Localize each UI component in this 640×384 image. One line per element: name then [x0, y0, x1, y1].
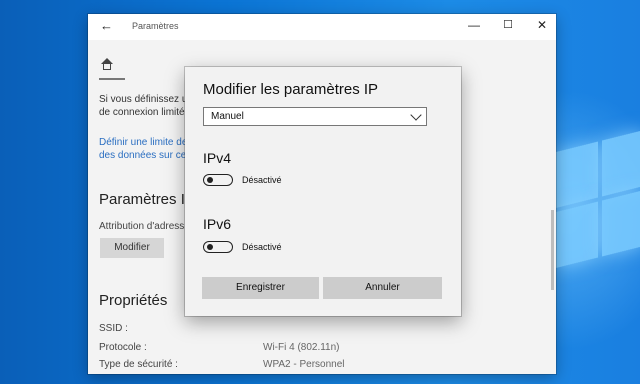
dialog-title: Modifier les paramètres IP — [203, 81, 379, 98]
ip-assignment-label: Attribution d'adress — [99, 221, 185, 232]
data-limit-link-line1[interactable]: Définir une limite de — [99, 137, 187, 148]
ipv6-toggle-label: Désactivé — [242, 242, 282, 252]
home-icon[interactable] — [101, 58, 113, 70]
window-title: Paramètres — [132, 21, 179, 31]
title-bar: ← Paramètres — ☐ ✕ — [88, 14, 556, 40]
properties-heading: Propriétés — [99, 292, 168, 309]
protocol-label: Protocole : — [99, 342, 147, 353]
ipv4-toggle-label: Désactivé — [242, 175, 282, 185]
ipv6-toggle[interactable] — [203, 241, 233, 253]
modify-button[interactable]: Modifier — [100, 238, 164, 258]
ipv6-heading: IPv6 — [203, 216, 232, 232]
ip-settings-heading: Paramètres IP — [99, 191, 195, 208]
home-underline — [99, 78, 125, 80]
maximize-icon[interactable]: ☐ — [498, 18, 518, 31]
ipv4-heading: IPv4 — [203, 150, 232, 166]
chevron-down-icon — [410, 109, 422, 121]
cancel-button[interactable]: Annuler — [323, 277, 442, 299]
toggle-knob — [207, 244, 213, 250]
windows-logo — [556, 128, 640, 302]
ipv4-toggle[interactable] — [203, 174, 233, 186]
save-button[interactable]: Enregistrer — [202, 277, 319, 299]
dropdown-value: Manuel — [211, 111, 244, 122]
close-icon[interactable]: ✕ — [532, 18, 552, 32]
protocol-value: Wi-Fi 4 (802.11n) — [263, 342, 340, 353]
back-arrow-icon[interactable]: ← — [100, 18, 113, 33]
data-limit-link-line2[interactable]: des données sur ce — [99, 150, 186, 161]
security-type-value: WPA2 - Personnel — [263, 359, 345, 370]
edit-ip-dialog: Modifier les paramètres IP Manuel IPv4 D… — [185, 67, 461, 316]
scrollbar[interactable] — [551, 210, 554, 290]
ip-mode-dropdown[interactable]: Manuel — [203, 107, 427, 126]
metered-text-line1: Si vous définissez u — [99, 94, 188, 105]
ssid-label: SSID : — [99, 323, 128, 334]
security-type-label: Type de sécurité : — [99, 359, 178, 370]
toggle-knob — [207, 177, 213, 183]
minimize-icon[interactable]: — — [464, 18, 484, 32]
metered-text-line2: de connexion limité — [99, 107, 185, 118]
